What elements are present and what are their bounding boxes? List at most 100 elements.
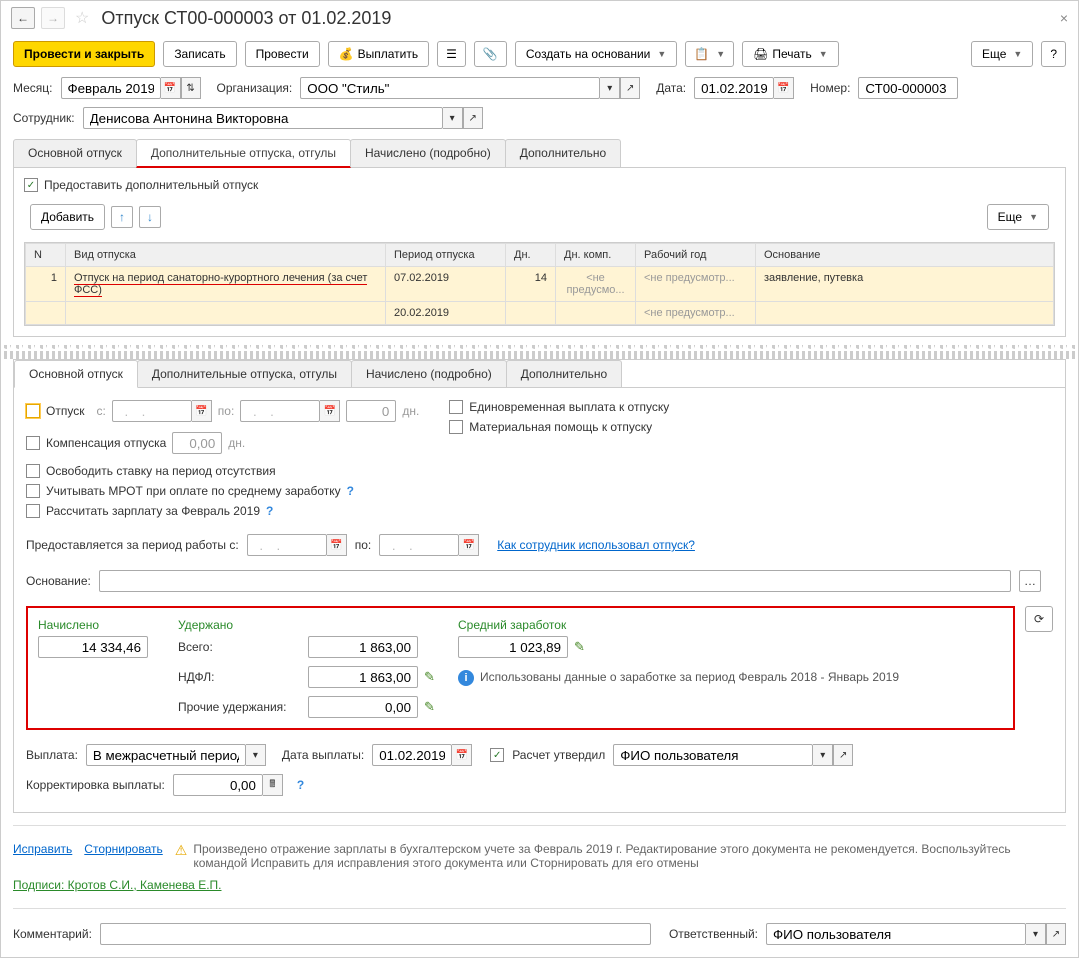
more-button[interactable]: Еще▼ <box>971 41 1033 67</box>
nav-forward-button[interactable]: → <box>41 7 65 29</box>
submit-button[interactable]: Провести <box>245 41 320 67</box>
accrued-value[interactable] <box>38 636 148 658</box>
from-label: с: <box>96 404 105 418</box>
org-open-button[interactable]: ↗ <box>620 77 640 99</box>
payment-date-input[interactable] <box>372 744 452 766</box>
correction-input[interactable] <box>173 774 263 796</box>
payment-dropdown[interactable]: ▾ <box>246 744 266 766</box>
vacation-from-cal[interactable]: 📅 <box>192 400 212 422</box>
date-calendar-button[interactable]: 📅 <box>774 77 794 99</box>
org-input[interactable] <box>300 77 600 99</box>
attachment-button[interactable]: 📎 <box>474 41 507 67</box>
tab2-main[interactable]: Основной отпуск <box>14 360 138 388</box>
ndfl-edit-icon[interactable]: ✎ <box>424 669 435 685</box>
add-row-button[interactable]: Добавить <box>30 204 105 230</box>
correction-calc-button[interactable]: 🖩 <box>263 774 283 796</box>
vacation-from-input[interactable] <box>112 400 192 422</box>
vacation-to-cal[interactable]: 📅 <box>320 400 340 422</box>
calc-help-icon[interactable]: ? <box>266 504 273 518</box>
lump-sum-checkbox[interactable] <box>449 400 463 414</box>
basis-ellipsis-button[interactable]: … <box>1019 570 1041 592</box>
tab2-additional[interactable]: Дополнительно <box>506 360 622 387</box>
month-calendar-button[interactable]: 📅 <box>161 77 181 99</box>
compensation-value-input[interactable] <box>172 432 222 454</box>
approved-checkbox[interactable]: ✓ <box>490 748 504 762</box>
move-down-button[interactable]: ↓ <box>139 206 161 228</box>
warning-icon: ⚠ <box>175 842 188 870</box>
lump-sum-label: Единовременная выплата к отпуску <box>469 400 669 414</box>
approved-dropdown[interactable]: ▾ <box>813 744 833 766</box>
tab-additional[interactable]: Дополнительно <box>505 139 621 167</box>
nav-back-button[interactable]: ← <box>11 7 35 29</box>
employee-open-button[interactable]: ↗ <box>463 107 483 129</box>
action-dropdown-button[interactable]: 📋▼ <box>685 41 734 67</box>
comment-input[interactable] <box>100 923 651 945</box>
employee-dropdown-button[interactable]: ▾ <box>443 107 463 129</box>
other-value[interactable] <box>308 696 418 718</box>
table-more-button[interactable]: Еще▼ <box>987 204 1049 230</box>
correction-help-icon[interactable]: ? <box>297 778 304 792</box>
print-button[interactable]: 🖨Печать▼ <box>742 41 838 67</box>
save-button[interactable]: Записать <box>163 41 236 67</box>
close-icon[interactable]: × <box>1060 10 1068 26</box>
period-to-cal[interactable]: 📅 <box>459 534 479 556</box>
tab2-accrued[interactable]: Начислено (подробно) <box>351 360 507 387</box>
tab-main-vacation[interactable]: Основной отпуск <box>13 139 137 167</box>
refresh-button[interactable]: ⟳ <box>1025 606 1053 632</box>
employee-input[interactable] <box>83 107 443 129</box>
avg-value[interactable] <box>458 636 568 658</box>
responsible-input[interactable] <box>766 923 1026 945</box>
avg-edit-icon[interactable]: ✎ <box>574 639 585 655</box>
number-input[interactable] <box>858 77 958 99</box>
responsible-open[interactable]: ↗ <box>1046 923 1066 945</box>
usage-link[interactable]: Как сотрудник использовал отпуск? <box>497 538 695 552</box>
info-text: Использованы данные о заработке за перио… <box>480 670 899 686</box>
help-button[interactable]: ? <box>1041 41 1066 67</box>
total-value[interactable] <box>308 636 418 658</box>
material-aid-checkbox[interactable] <box>449 420 463 434</box>
other-label: Прочие удержания: <box>178 700 308 714</box>
col-days-comp: Дн. комп. <box>556 244 636 267</box>
tab-accrued-detail[interactable]: Начислено (подробно) <box>350 139 506 167</box>
compensation-checkbox[interactable] <box>26 436 40 450</box>
approved-input[interactable] <box>613 744 813 766</box>
month-spinner[interactable]: ⇅ <box>181 77 201 99</box>
period-from-cal[interactable]: 📅 <box>327 534 347 556</box>
payment-date-cal[interactable]: 📅 <box>452 744 472 766</box>
fix-link[interactable]: Исправить <box>13 842 72 856</box>
month-input[interactable] <box>61 77 161 99</box>
tab-extra-vacation[interactable]: Дополнительные отпуска, отгулы <box>136 139 351 168</box>
basis-cell: заявление, путевка <box>756 267 1054 302</box>
col-days: Дн. <box>506 244 556 267</box>
period-to-input[interactable] <box>379 534 459 556</box>
release-rate-checkbox[interactable] <box>26 464 40 478</box>
period-from-input[interactable] <box>247 534 327 556</box>
grant-extra-checkbox[interactable]: ✓ <box>24 178 38 192</box>
org-dropdown-button[interactable]: ▾ <box>600 77 620 99</box>
mrot-checkbox[interactable] <box>26 484 40 498</box>
vacation-checkbox[interactable] <box>26 404 40 418</box>
mrot-help-icon[interactable]: ? <box>347 484 354 498</box>
table-row[interactable]: 1 Отпуск на период санаторно-курортного … <box>26 267 1054 302</box>
reverse-link[interactable]: Сторнировать <box>84 842 162 856</box>
basis-input[interactable] <box>99 570 1011 592</box>
list-icon-button[interactable]: ☰ <box>437 41 466 67</box>
table-row[interactable]: 20.02.2019 <не предусмотр... <box>26 302 1054 325</box>
date-input[interactable] <box>694 77 774 99</box>
pay-button[interactable]: 💰Выплатить <box>328 41 429 67</box>
approved-open[interactable]: ↗ <box>833 744 853 766</box>
favorite-star-icon[interactable]: ☆ <box>75 8 89 28</box>
vacation-days-input[interactable] <box>346 400 396 422</box>
payment-type-input[interactable] <box>86 744 246 766</box>
ndfl-value[interactable] <box>308 666 418 688</box>
tab2-extra[interactable]: Дополнительные отпуска, отгулы <box>137 360 352 387</box>
move-up-button[interactable]: ↑ <box>111 206 133 228</box>
vacation-to-input[interactable] <box>240 400 320 422</box>
total-label: Всего: <box>178 640 308 654</box>
submit-close-button[interactable]: Провести и закрыть <box>13 41 155 67</box>
other-edit-icon[interactable]: ✎ <box>424 699 435 715</box>
create-based-button[interactable]: Создать на основании▼ <box>515 41 677 67</box>
responsible-dropdown[interactable]: ▾ <box>1026 923 1046 945</box>
calc-salary-checkbox[interactable] <box>26 504 40 518</box>
signatures-link[interactable]: Подписи: Кротов С.И., Каменева Е.П. <box>13 878 222 892</box>
